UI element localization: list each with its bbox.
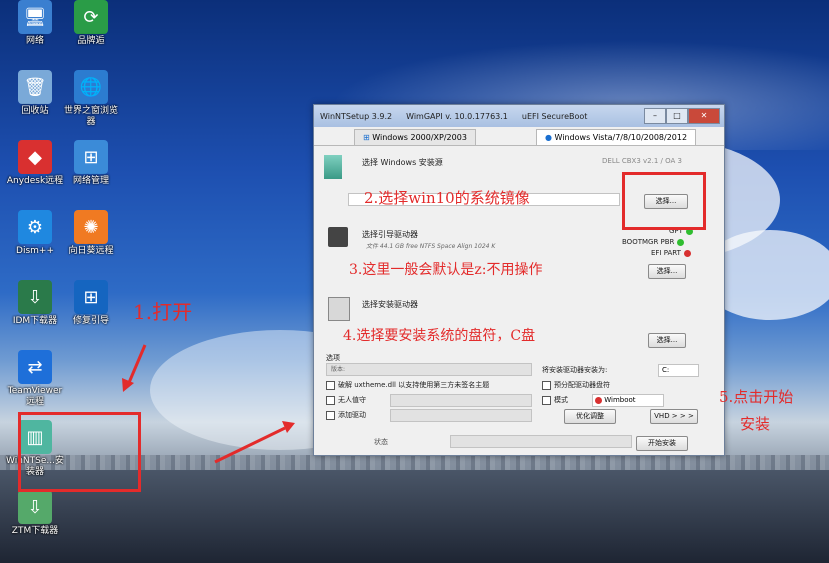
annotation-step2: 2.选择win10的系统镜像 [364,189,530,207]
install-drive-label: 选择安装驱动器 [362,300,418,309]
status-label: 状态 [374,438,388,446]
wimboot-label: Wimboot [604,396,636,404]
annotation-step4: 4.选择要安装系统的盘符，C盘 [343,328,536,344]
install-drive-icon [328,297,350,321]
unattend-checkbox[interactable]: 无人值守 [326,395,366,405]
version-select[interactable]: 版本: [326,363,532,376]
bootmgr-label: BOOTMGR PBR [622,238,675,246]
title-bar[interactable]: WinNTSetup 3.9.2 WimGAPI v. 10.0.17763.1… [314,105,724,127]
mode-checkbox[interactable]: 模式 [542,395,568,405]
tab-vista-label: Windows Vista/7/8/10/2008/2012 [554,133,688,142]
windows-flag-icon: ⊞ [363,133,370,142]
uxtheme-label: 破解 uxtheme.dll 以支持使用第三方未签名主题 [338,381,490,389]
annotation-step3: 3.这里一般会默认是z:不用操作 [349,262,543,278]
driver-path-input[interactable] [390,409,532,422]
annotation-step5a: 5.点击开始 [719,388,794,406]
os-tabs: ⊞ Windows 2000/XP/2003 ● Windows Vista/7… [314,127,724,146]
bootmgr-status: BOOTMGR PBR [622,238,685,246]
minimize-button[interactable]: – [644,108,666,124]
red-status-icon [683,249,691,257]
prealloc-label: 预分配驱动器盘符 [554,381,610,389]
progress-bar [450,435,632,448]
options-label: 选项 [326,354,340,362]
highlight-select-button [622,172,706,230]
vhd-button[interactable]: VHD > > > [650,409,698,424]
start-install-button[interactable]: 开始安装 [636,436,688,451]
arrow-head [122,378,134,392]
select-install-drive-button[interactable]: 选择... [648,333,686,348]
efi-status: EFI PART [651,249,691,257]
add-driver-label: 添加驱动 [338,411,366,419]
wimboot-icon [595,396,602,404]
unattend-label: 无人值守 [338,396,366,404]
tab-vista-plus[interactable]: ● Windows Vista/7/8/10/2008/2012 [536,129,697,145]
install-source-icon [324,155,342,179]
window-title: WinNTSetup 3.9.2 [320,111,393,121]
tab-xp[interactable]: ⊞ Windows 2000/XP/2003 [354,129,476,145]
efi-label: EFI PART [651,249,681,257]
green-status-icon [677,238,685,246]
close-button[interactable]: ✕ [688,108,720,124]
source-label: 选择 Windows 安装源 [362,158,443,167]
arrow-step1 [126,344,147,386]
boot-drive-label: 选择引导驱动器 [362,230,418,239]
tweaks-button[interactable]: 优化调整 [564,409,616,424]
uxtheme-checkbox[interactable]: 破解 uxtheme.dll 以支持使用第三方未签名主题 [326,380,489,390]
drive-letter-select[interactable]: C: [658,364,699,377]
tab-xp-label: Windows 2000/XP/2003 [372,133,467,142]
highlight-winntsetup [18,412,141,492]
mount-label: 将安装驱动器安装为: [542,366,608,374]
wimboot-select[interactable]: Wimboot [592,394,664,407]
mode-label: 模式 [554,396,568,404]
annotation-step5b: 安装 [740,415,771,433]
maximize-button[interactable]: □ [666,108,688,124]
device-info: DELL CBX3 v2.1 / OA 3 [602,157,682,165]
add-driver-checkbox[interactable]: 添加驱动 [326,410,366,420]
windows-orb-icon: ● [545,133,552,142]
wimgapi-version: WimGAPI v. 10.0.17763.1 [406,111,508,121]
boot-mode: uEFI SecureBoot [521,111,588,121]
prealloc-checkbox[interactable]: 预分配驱动器盘符 [542,380,610,390]
winntsetup-window: WinNTSetup 3.9.2 WimGAPI v. 10.0.17763.1… [313,104,725,456]
boot-drive-icon [328,227,348,247]
boot-drive-info: 文件 44.1 GB free NTFS Space Align 1024 K [366,243,496,250]
arrow-to-window [214,426,286,464]
unattend-path-input[interactable] [390,394,532,407]
select-boot-drive-button[interactable]: 选择... [648,264,686,279]
